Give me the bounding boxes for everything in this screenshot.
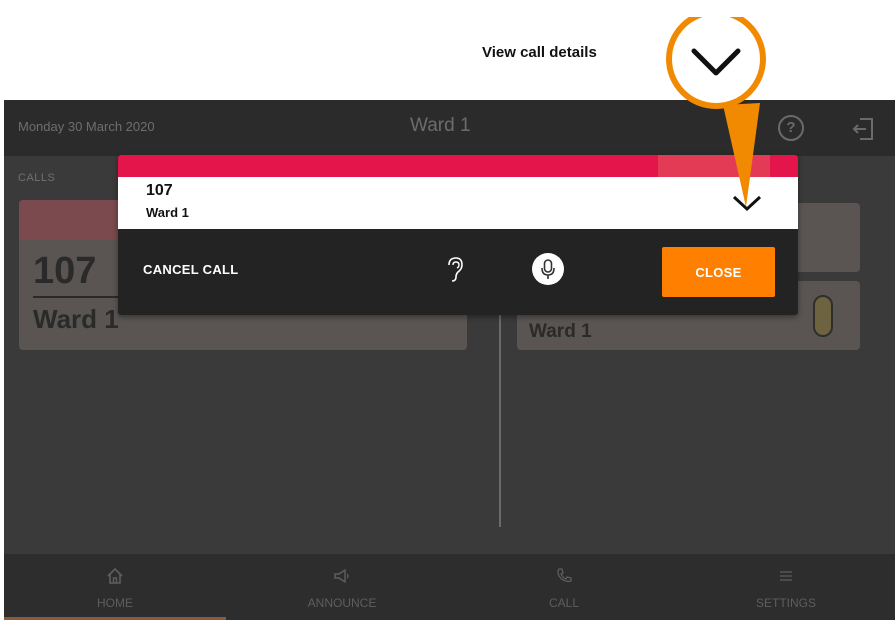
date-label: Monday 30 March 2020 xyxy=(18,119,155,134)
help-button[interactable]: ? xyxy=(778,115,804,141)
nav-settings-label: SETTINGS xyxy=(755,596,816,610)
page-title: Ward 1 xyxy=(410,115,471,136)
microphone-icon[interactable] xyxy=(532,253,564,285)
modal-ward: Ward 1 xyxy=(146,205,189,220)
phone-icon xyxy=(453,566,675,586)
call-card-ward: Ward 1 xyxy=(33,304,119,334)
nav-home[interactable]: HOME xyxy=(4,554,226,620)
nav-home-label: HOME xyxy=(97,596,133,610)
logout-icon[interactable] xyxy=(850,115,878,143)
bottom-nav: HOME ANNOUNCE CALL SETTINGS xyxy=(4,554,895,620)
ear-icon[interactable] xyxy=(445,255,465,285)
nav-call-label: CALL xyxy=(548,596,580,610)
callout-chevron-magnifier xyxy=(660,9,772,217)
cancel-call-button[interactable]: CANCEL CALL xyxy=(143,262,239,277)
nav-announce-label: ANNOUNCE xyxy=(307,596,377,610)
nav-settings[interactable]: SETTINGS xyxy=(675,554,895,620)
home-icon xyxy=(4,566,226,586)
modal-call-number: 107 xyxy=(146,182,173,199)
annotation-label: View call details xyxy=(482,44,597,61)
nav-announce[interactable]: ANNOUNCE xyxy=(231,554,453,620)
close-button[interactable]: CLOSE xyxy=(662,247,775,297)
call-card-right-ward: Ward 1 xyxy=(529,321,592,342)
calls-section-label: CALLS xyxy=(18,172,56,184)
call-card-number: 107 xyxy=(33,250,97,292)
megaphone-icon xyxy=(231,566,453,586)
status-pill xyxy=(813,295,833,337)
nav-call[interactable]: CALL xyxy=(453,554,675,620)
menu-icon xyxy=(675,566,895,586)
